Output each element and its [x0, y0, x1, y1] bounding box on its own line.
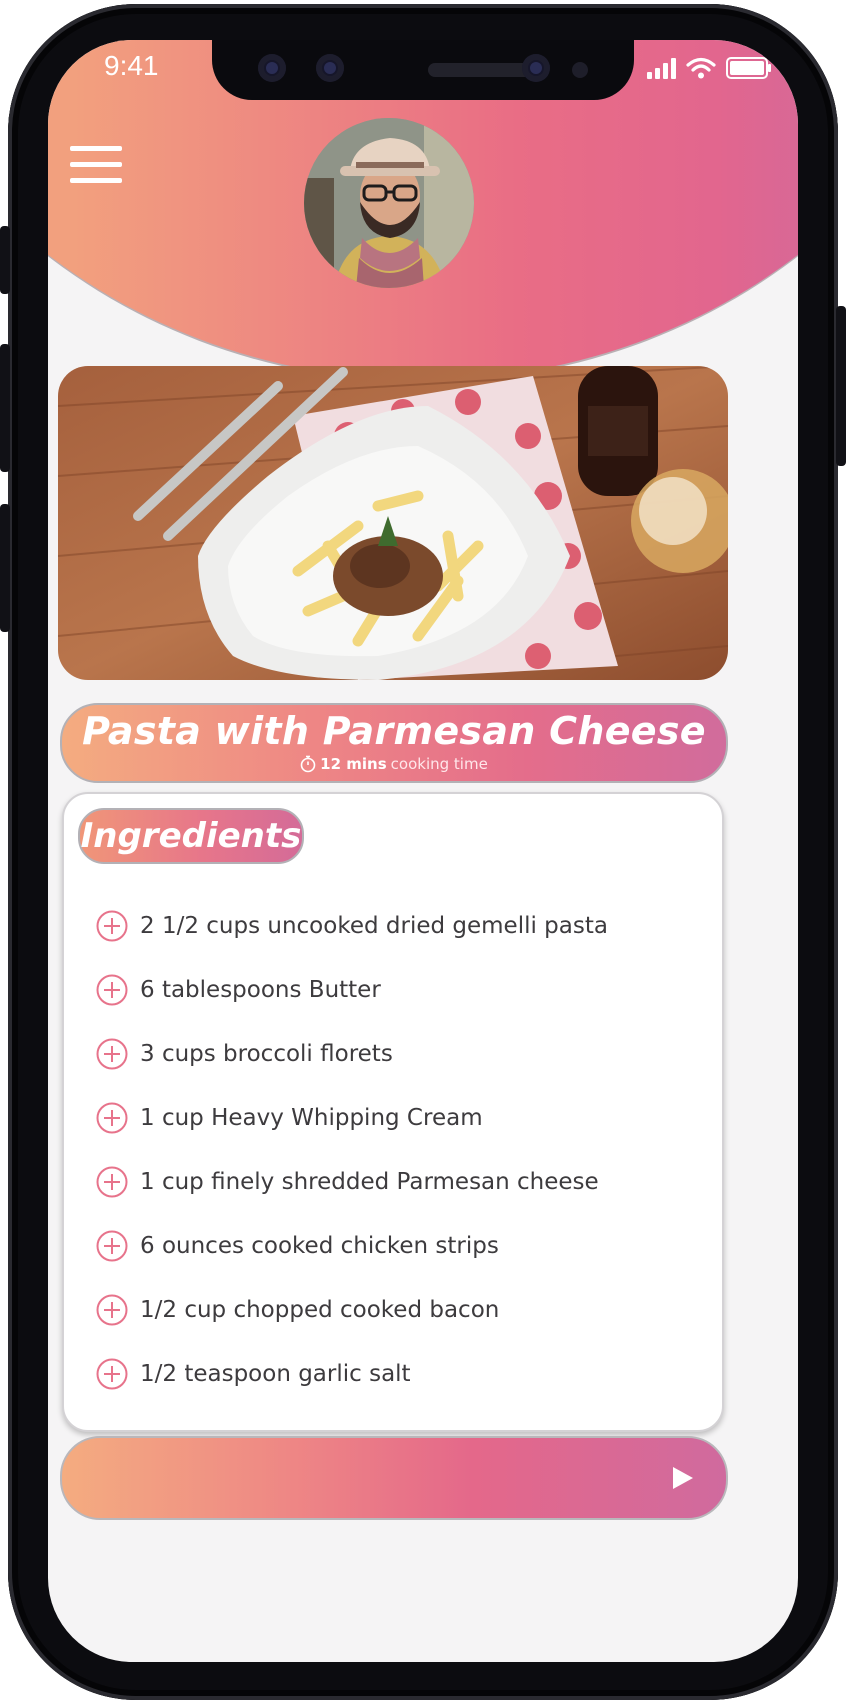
plus-circle-icon[interactable] [96, 1294, 128, 1326]
silent-switch [0, 226, 10, 294]
ingredients-card: Ingredients 2 1/2 cups uncooked dried ge… [62, 792, 724, 1432]
status-time: 9:41 [104, 50, 159, 81]
plus-circle-icon[interactable] [96, 1102, 128, 1134]
plus-circle-icon[interactable] [96, 1166, 128, 1198]
ingredient-item[interactable]: 6 tablespoons Butter [96, 958, 608, 1022]
ingredient-text: 3 cups broccoli florets [140, 1041, 393, 1067]
volume-up-button [0, 344, 10, 472]
ingredient-item[interactable]: 6 ounces cooked chicken strips [96, 1214, 608, 1278]
power-button [836, 306, 846, 466]
recipe-photo [58, 366, 728, 680]
cook-time: 12 mins cooking time [62, 755, 726, 773]
ingredients-heading: Ingredients [78, 808, 304, 864]
ingredient-item[interactable]: 1 cup Heavy Whipping Cream [96, 1086, 608, 1150]
proximity-sensor [572, 62, 588, 78]
status-icons [647, 56, 771, 80]
battery-icon [726, 57, 771, 79]
plus-circle-icon[interactable] [96, 1358, 128, 1390]
ingredient-list: 2 1/2 cups uncooked dried gemelli pasta … [96, 894, 608, 1406]
cook-time-label: cooking time [390, 755, 488, 773]
ingredient-text: 1/2 teaspoon garlic salt [140, 1361, 411, 1387]
recipe-title-banner: Pasta with Parmesan Cheese 12 mins cooki… [60, 703, 728, 783]
ingredient-item[interactable]: 1/2 teaspoon garlic salt [96, 1342, 608, 1406]
plus-circle-icon[interactable] [96, 1038, 128, 1070]
ingredient-text: 6 ounces cooked chicken strips [140, 1233, 499, 1259]
pasta-dish-image [58, 366, 728, 680]
avatar-portrait [304, 118, 474, 288]
recipe-title: Pasta with Parmesan Cheese [82, 709, 706, 753]
ingredient-item[interactable]: 1 cup finely shredded Parmesan cheese [96, 1150, 608, 1214]
ingredient-text: 1 cup finely shredded Parmesan cheese [140, 1169, 599, 1195]
play-icon[interactable] [668, 1464, 696, 1492]
ingredient-text: 1/2 cup chopped cooked bacon [140, 1297, 500, 1323]
ingredient-item[interactable]: 3 cups broccoli florets [96, 1022, 608, 1086]
ingredient-item[interactable]: 1/2 cup chopped cooked bacon [96, 1278, 608, 1342]
user-avatar[interactable] [304, 118, 474, 288]
ingredient-item[interactable]: 2 1/2 cups uncooked dried gemelli pasta [96, 894, 608, 958]
device-notch [212, 40, 634, 100]
signal-icon [647, 57, 676, 79]
ingredient-text: 1 cup Heavy Whipping Cream [140, 1105, 483, 1131]
camera-icon [258, 54, 286, 82]
plus-circle-icon[interactable] [96, 910, 128, 942]
menu-button[interactable] [70, 146, 122, 186]
wifi-icon [686, 57, 716, 79]
ingredient-text: 6 tablespoons Butter [140, 977, 381, 1003]
cook-time-value: 12 mins [320, 755, 387, 773]
volume-down-button [0, 504, 10, 632]
camera-icon [316, 54, 344, 82]
plus-circle-icon[interactable] [96, 974, 128, 1006]
camera-icon [522, 54, 550, 82]
app-screen: 9:41 Pasta with Parmesan Cheese 12 mins … [48, 40, 798, 1662]
player-bar[interactable] [60, 1436, 728, 1520]
stopwatch-icon [300, 755, 316, 773]
ingredient-text: 2 1/2 cups uncooked dried gemelli pasta [140, 913, 608, 939]
plus-circle-icon[interactable] [96, 1230, 128, 1262]
